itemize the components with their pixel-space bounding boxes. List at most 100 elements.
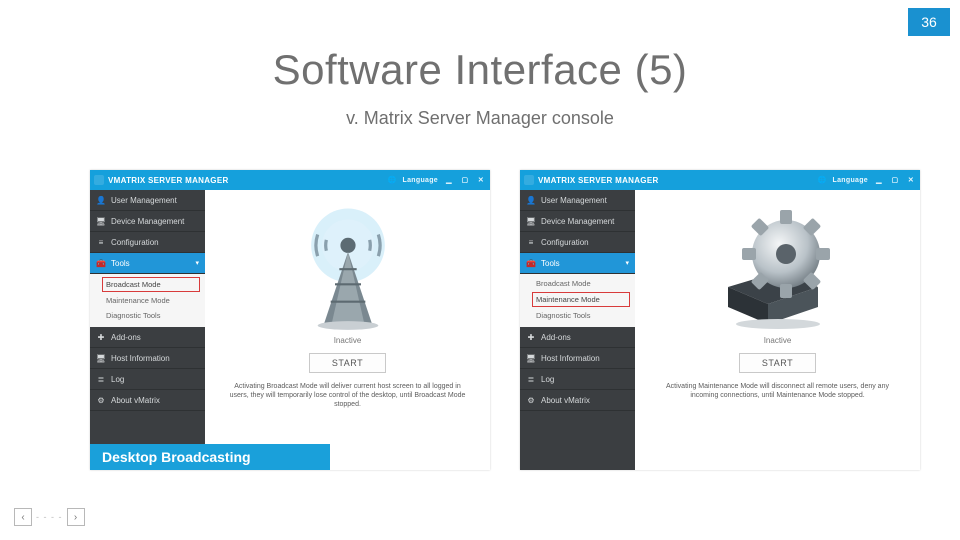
sidebar-submenu-tools: Broadcast Mode Maintenance Mode Diagnost… — [90, 274, 205, 327]
app-title: VMATRIX SERVER MANAGER — [538, 176, 659, 185]
language-label[interactable]: Language — [403, 177, 438, 184]
app-logo-icon — [94, 175, 104, 185]
monitor-icon: 🖥 — [96, 353, 106, 363]
device-icon: 🖥 — [96, 216, 106, 226]
sidebar: 👤 User Management 🖥 Device Management ≡ Con… — [520, 190, 635, 470]
sidebar-item-addons[interactable]: ✚ Add-ons — [90, 327, 205, 348]
app-title: VMATRIX SERVER MANAGER — [108, 176, 229, 185]
maximize-icon[interactable]: ▢ — [460, 175, 470, 185]
sidebar-item-device-management[interactable]: 🖥 Device Management — [90, 211, 205, 232]
sidebar-item-label: Tools — [111, 259, 130, 268]
sidebar-item-configuration[interactable]: ≡ Configuration — [90, 232, 205, 253]
sidebar-item-user-management[interactable]: 👤 User Management — [90, 190, 205, 211]
list-icon: ≣ — [526, 374, 536, 384]
monitor-icon: 🖥 — [526, 353, 536, 363]
titlebar-controls: 🌐 Language ▁ ▢ ✕ — [388, 175, 487, 185]
sidebar-item-log[interactable]: ≣ Log — [90, 369, 205, 390]
window-titlebar: VMATRIX SERVER MANAGER 🌐 Language ▁ ▢ ✕ — [90, 170, 490, 190]
globe-icon: 🌐 — [818, 176, 827, 184]
status-text: Inactive — [764, 336, 792, 345]
sidebar-item-log[interactable]: ≣ Log — [520, 369, 635, 390]
sidebar-item-configuration[interactable]: ≡ Configuration — [520, 232, 635, 253]
broadcast-tower-illustration — [273, 202, 423, 332]
plus-icon: ✚ — [96, 332, 106, 342]
gear-icon: ⚙ — [526, 395, 536, 405]
panel-maintenance: VMATRIX SERVER MANAGER 🌐 Language ▁ ▢ ✕ … — [520, 170, 920, 470]
sidebar-item-label: Add-ons — [541, 333, 571, 342]
language-label[interactable]: Language — [833, 177, 868, 184]
sidebar-item-label: About vMatrix — [541, 396, 590, 405]
sidebar-item-label: User Management — [541, 196, 607, 205]
sidebar-item-label: Tools — [541, 259, 560, 268]
status-text: Inactive — [334, 336, 362, 345]
sidebar-submenu-tools: Broadcast Mode Maintenance Mode Diagnost… — [520, 274, 635, 327]
user-icon: 👤 — [526, 195, 536, 205]
sidebar-item-host-info[interactable]: 🖥 Host Information — [90, 348, 205, 369]
slide-nav: ‹ - - - - › — [14, 508, 85, 526]
sidebar-item-tools[interactable]: 🧰 Tools ▾ — [90, 253, 205, 274]
page-number-badge: 36 — [908, 8, 950, 36]
content-area: Inactive START Activating Broadcast Mode… — [205, 190, 490, 470]
start-button[interactable]: START — [739, 353, 816, 373]
sidebar-item-label: About vMatrix — [111, 396, 160, 405]
slide-title: Software Interface (5) — [0, 46, 960, 94]
close-icon[interactable]: ✕ — [906, 175, 916, 185]
submenu-broadcast-mode[interactable]: Broadcast Mode — [520, 276, 635, 291]
sidebar-item-label: Configuration — [541, 238, 589, 247]
close-icon[interactable]: ✕ — [476, 175, 486, 185]
app-logo-icon — [524, 175, 534, 185]
panel-broadcast: VMATRIX SERVER MANAGER 🌐 Language ▁ ▢ ✕ … — [90, 170, 490, 470]
maximize-icon[interactable]: ▢ — [890, 175, 900, 185]
globe-icon: 🌐 — [388, 176, 397, 184]
slide-subtitle: v. Matrix Server Manager console — [0, 108, 960, 129]
window-titlebar: VMATRIX SERVER MANAGER 🌐 Language ▁ ▢ ✕ — [520, 170, 920, 190]
sidebar-item-addons[interactable]: ✚ Add-ons — [520, 327, 635, 348]
list-icon: ≣ — [96, 374, 106, 384]
submenu-diagnostic-tools[interactable]: Diagnostic Tools — [90, 308, 205, 323]
description-text: Activating Maintenance Mode will disconn… — [645, 383, 910, 401]
sidebar-item-label: Host Information — [541, 354, 600, 363]
maintenance-gear-illustration — [703, 202, 853, 332]
submenu-maintenance-mode[interactable]: Maintenance Mode — [532, 292, 630, 307]
sidebar: 👤 User Management 🖥 Device Management ≡ Con… — [90, 190, 205, 470]
submenu-broadcast-mode[interactable]: Broadcast Mode — [102, 277, 200, 292]
sliders-icon: ≡ — [526, 237, 536, 247]
sidebar-item-label: Configuration — [111, 238, 159, 247]
sliders-icon: ≡ — [96, 237, 106, 247]
prev-slide-button[interactable]: ‹ — [14, 508, 32, 526]
sidebar-item-tools[interactable]: 🧰 Tools ▾ — [520, 253, 635, 274]
sidebar-item-device-management[interactable]: 🖥 Device Management — [520, 211, 635, 232]
user-icon: 👤 — [96, 195, 106, 205]
sidebar-item-about[interactable]: ⚙ About vMatrix — [520, 390, 635, 411]
sidebar-item-label: Add-ons — [111, 333, 141, 342]
chevron-down-icon: ▾ — [195, 259, 199, 267]
submenu-diagnostic-tools[interactable]: Diagnostic Tools — [520, 308, 635, 323]
sidebar-item-label: Device Management — [111, 217, 184, 226]
panel-row: VMATRIX SERVER MANAGER 🌐 Language ▁ ▢ ✕ … — [90, 170, 920, 470]
slide: 36 Software Interface (5) v. Matrix Serv… — [0, 0, 960, 540]
nav-dots: - - - - — [36, 512, 63, 522]
toolbox-icon: 🧰 — [526, 258, 536, 268]
panel-caption: Desktop Broadcasting — [90, 444, 330, 470]
minimize-icon[interactable]: ▁ — [874, 175, 884, 185]
plus-icon: ✚ — [526, 332, 536, 342]
toolbox-icon: 🧰 — [96, 258, 106, 268]
sidebar-item-host-info[interactable]: 🖥 Host Information — [520, 348, 635, 369]
start-button[interactable]: START — [309, 353, 386, 373]
sidebar-item-label: Host Information — [111, 354, 170, 363]
minimize-icon[interactable]: ▁ — [444, 175, 454, 185]
next-slide-button[interactable]: › — [67, 508, 85, 526]
description-text: Activating Broadcast Mode will deliver c… — [215, 383, 480, 409]
device-icon: 🖥 — [526, 216, 536, 226]
gear-icon: ⚙ — [96, 395, 106, 405]
sidebar-item-label: User Management — [111, 196, 177, 205]
sidebar-item-about[interactable]: ⚙ About vMatrix — [90, 390, 205, 411]
chevron-down-icon: ▾ — [625, 259, 629, 267]
sidebar-item-label: Log — [111, 375, 124, 384]
sidebar-item-label: Device Management — [541, 217, 614, 226]
sidebar-item-user-management[interactable]: 👤 User Management — [520, 190, 635, 211]
sidebar-item-label: Log — [541, 375, 554, 384]
titlebar-controls: 🌐 Language ▁ ▢ ✕ — [818, 175, 917, 185]
submenu-maintenance-mode[interactable]: Maintenance Mode — [90, 293, 205, 308]
content-area: Inactive START Activating Maintenance Mo… — [635, 190, 920, 470]
